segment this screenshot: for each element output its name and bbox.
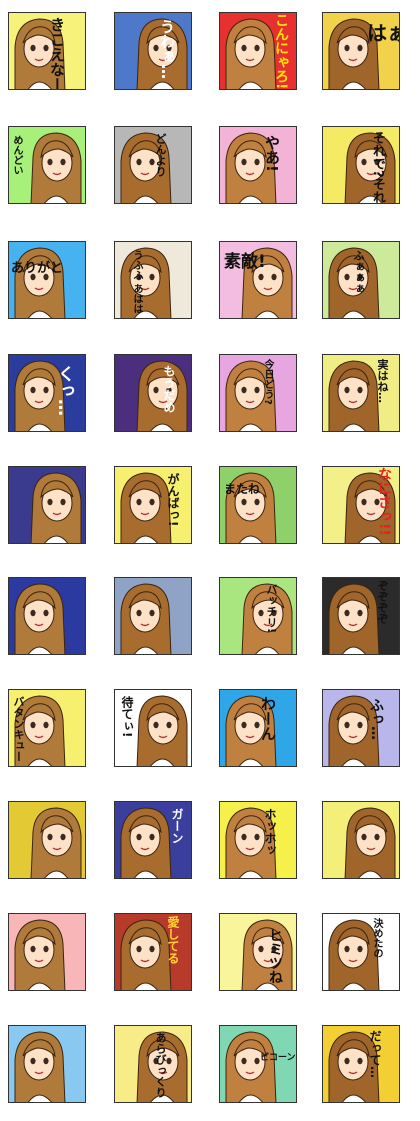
sticker-caption: うふふ あはは: [131, 250, 142, 314]
character-illustration: [241, 919, 293, 990]
sticker[interactable]: ありがと: [8, 241, 86, 319]
sticker[interactable]: [8, 913, 86, 991]
character-illustration: [30, 472, 82, 543]
sticker[interactable]: きこえなーい: [8, 12, 86, 90]
sticker-caption: バッチリ!: [265, 584, 278, 634]
character-illustration: [344, 807, 396, 878]
sticker[interactable]: わーん: [219, 689, 297, 767]
sticker-caption: やあ!: [263, 135, 281, 172]
character-illustration: [328, 695, 380, 766]
sticker-caption: めんどい: [11, 135, 22, 175]
sticker[interactable]: ホッホッ: [219, 801, 297, 879]
sticker-caption: ぞぞぞぞ: [376, 580, 389, 624]
character-illustration: [14, 919, 66, 990]
sticker[interactable]: ふっ…: [322, 689, 400, 767]
character-illustration: [225, 472, 277, 543]
sticker-caption: 決めたの: [371, 918, 382, 958]
sticker[interactable]: [8, 577, 86, 655]
sticker[interactable]: どんより: [114, 126, 192, 204]
sticker[interactable]: 愛してる: [114, 913, 192, 991]
sticker[interactable]: [114, 577, 192, 655]
character-illustration: [241, 583, 293, 654]
character-illustration: [225, 360, 277, 431]
sticker[interactable]: 実はね…: [322, 354, 400, 432]
sticker[interactable]: 素敵!: [219, 241, 297, 319]
sticker[interactable]: はぁ?: [322, 12, 400, 90]
sticker-caption: ヒミツね: [267, 928, 283, 984]
character-illustration: [225, 1031, 277, 1102]
sticker[interactable]: バタンキュー: [8, 689, 86, 767]
sticker[interactable]: だって…: [322, 1025, 400, 1103]
sticker-caption: ふっ…: [368, 698, 384, 740]
character-illustration: [30, 807, 82, 878]
sticker[interactable]: ガーン: [114, 801, 192, 879]
sticker-caption: もうだめ: [162, 365, 176, 413]
sticker[interactable]: くっ…: [8, 354, 86, 432]
character-illustration: [120, 247, 172, 318]
sticker[interactable]: ふぁぁぁ: [322, 241, 400, 319]
sticker[interactable]: 待てぃ!: [114, 689, 192, 767]
sticker[interactable]: うふふ あはは: [114, 241, 192, 319]
sticker[interactable]: [8, 801, 86, 879]
sticker[interactable]: こんにゃろ!: [219, 12, 297, 90]
sticker-caption: こんにゃろ!: [273, 13, 289, 90]
sticker-caption: だって…: [368, 1030, 382, 1078]
sticker[interactable]: うわぁ…: [114, 12, 192, 90]
sticker-caption: なにさっ!!: [376, 467, 392, 536]
character-illustration: [344, 132, 396, 203]
sticker-caption: ピコーン: [260, 1053, 296, 1063]
sticker-caption: わーん: [259, 696, 277, 741]
sticker[interactable]: めんどい: [8, 126, 86, 204]
character-illustration: [14, 360, 66, 431]
sticker-caption: くっ…: [54, 365, 74, 416]
character-illustration: [120, 919, 172, 990]
character-illustration: [136, 18, 188, 89]
character-illustration: [120, 472, 172, 543]
sticker-caption: 愛してる: [166, 916, 180, 964]
character-illustration: [120, 583, 172, 654]
sticker-caption: あらびっくり: [154, 1032, 167, 1098]
sticker-caption: ありがと: [11, 261, 64, 276]
sticker-caption: またね: [224, 482, 261, 496]
character-illustration: [328, 1031, 380, 1102]
sticker[interactable]: バッチリ!: [219, 577, 297, 655]
sticker-caption: はぁ?: [367, 21, 399, 45]
sticker-caption: 素敵!: [224, 252, 266, 272]
sticker[interactable]: それで?それで?: [322, 126, 400, 204]
sticker[interactable]: 今日どう?: [219, 354, 297, 432]
sticker-caption: 今日どう?: [262, 359, 273, 405]
character-illustration: [136, 360, 188, 431]
sticker[interactable]: 決めたの: [322, 913, 400, 991]
character-illustration: [328, 919, 380, 990]
sticker-caption: ガーン: [170, 808, 184, 844]
character-illustration: [14, 1031, 66, 1102]
sticker[interactable]: [8, 466, 86, 544]
character-illustration: [14, 583, 66, 654]
sticker[interactable]: ヒミツね: [219, 913, 297, 991]
sticker[interactable]: あらびっくり: [114, 1025, 192, 1103]
sticker-caption: バタンキュー: [12, 696, 25, 762]
sticker[interactable]: なにさっ!!: [322, 466, 400, 544]
sticker[interactable]: ピコーン: [219, 1025, 297, 1103]
character-illustration: [14, 247, 66, 318]
sticker[interactable]: もうだめ: [114, 354, 192, 432]
sticker-caption: きこえなーい: [48, 17, 66, 90]
character-illustration: [225, 132, 277, 203]
sticker[interactable]: がんばっ!: [114, 466, 192, 544]
sticker[interactable]: [322, 801, 400, 879]
sticker-caption: うわぁ…: [158, 19, 176, 79]
character-illustration: [225, 807, 277, 878]
sticker[interactable]: またね: [219, 466, 297, 544]
sticker-caption: がんばっ!: [166, 473, 180, 527]
sticker-caption: 実はね…: [376, 359, 389, 403]
sticker[interactable]: ぞぞぞぞ: [322, 577, 400, 655]
sticker-caption: それで?それで?: [370, 131, 385, 204]
sticker-caption: 待てぃ!: [120, 696, 134, 738]
sticker[interactable]: [8, 1025, 86, 1103]
sticker-caption: ふぁぁぁ: [352, 250, 365, 294]
sticker[interactable]: やあ!: [219, 126, 297, 204]
sticker-grid: きこえなーい うわぁ… こんにゃろ! は めんどい どんより やあ! それで?そ…: [0, 0, 420, 1121]
sticker-caption: ホッホッ: [263, 808, 277, 856]
sticker-caption: どんより: [154, 133, 167, 177]
